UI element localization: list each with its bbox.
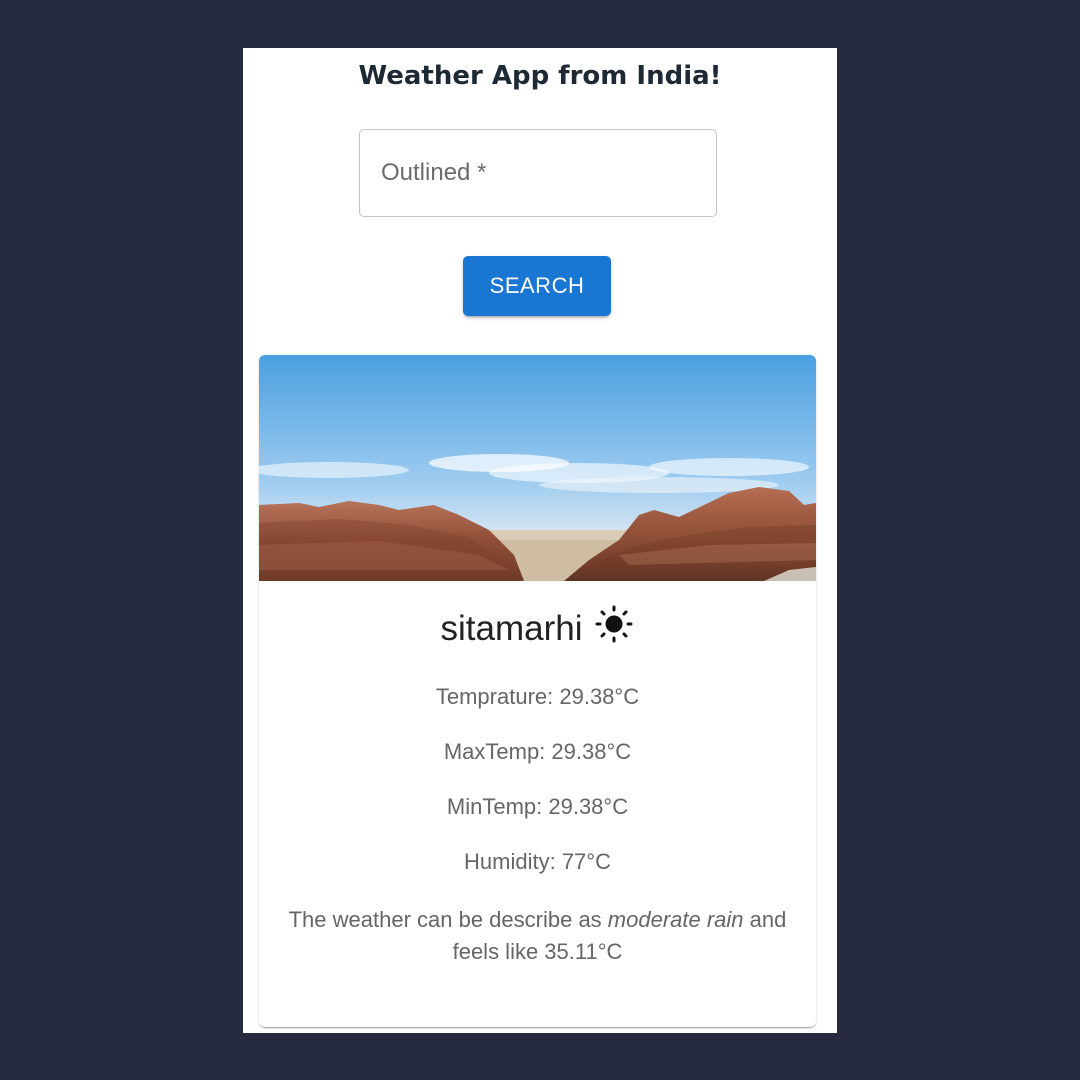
city-name: sitamarhi — [440, 609, 583, 648]
weather-stats: Temprature: 29.38°C MaxTemp: 29.38°C Min… — [259, 669, 816, 889]
search-input[interactable] — [381, 130, 716, 216]
max-temp-text: MaxTemp: 29.38°C — [443, 739, 632, 764]
landscape-photo — [259, 355, 816, 581]
card-content: sitamarhi Temprature: 29.38°C MaxTemp: 2… — [259, 581, 816, 968]
temperature-text: Temprature: 29.38°C — [435, 684, 640, 709]
sun-icon — [595, 605, 633, 643]
app-title: Weather App from India! — [358, 61, 722, 91]
app-panel: Weather App from India! SEARCH — [243, 48, 837, 1033]
search-button[interactable]: SEARCH — [463, 256, 611, 316]
search-field[interactable] — [359, 129, 717, 217]
humidity-text: Humidity: 77°C — [464, 849, 611, 874]
weather-card: sitamarhi Temprature: 29.38°C MaxTemp: 2… — [259, 355, 816, 1027]
title-container: Weather App from India! — [243, 60, 837, 92]
description-prefix: The weather can be describe as — [288, 907, 608, 932]
city-line: sitamarhi — [259, 605, 816, 653]
min-temp-text: MinTemp: 29.38°C — [446, 794, 629, 819]
description-condition: moderate rain — [607, 907, 744, 932]
weather-description: The weather can be describe as moderate … — [288, 904, 788, 968]
